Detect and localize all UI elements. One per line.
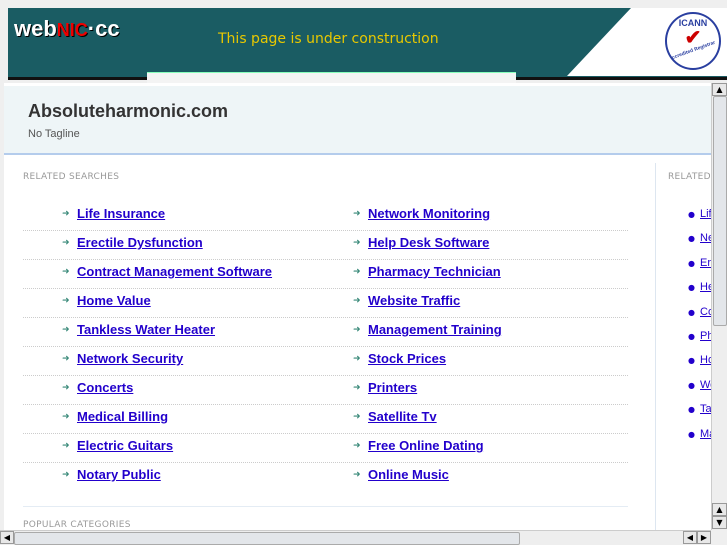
bullet-icon: ● bbox=[688, 356, 695, 366]
related-search-link[interactable]: Pharmacy Technician bbox=[368, 264, 501, 279]
related-search-link[interactable]: Life Insurance bbox=[77, 206, 165, 221]
parked-page-frame: Absoluteharmonic.com No Tagline RELATED … bbox=[4, 83, 711, 530]
site-header: Absoluteharmonic.com No Tagline bbox=[4, 86, 711, 155]
icann-logo: ICANN ✔ Accredited Registrar bbox=[665, 12, 721, 70]
related-search-link[interactable]: Electric Guitars bbox=[77, 438, 173, 453]
tab-strip bbox=[147, 72, 516, 83]
construction-message: This page is under construction bbox=[218, 31, 439, 47]
arrow-right-icon: ➜ bbox=[353, 325, 361, 335]
related-search-link[interactable]: Medical Billing bbox=[77, 409, 168, 424]
sidebar-link[interactable]: Ere bbox=[700, 257, 711, 269]
horizontal-scrollbar[interactable]: ◀ ◀ ▶ bbox=[0, 530, 711, 545]
arrow-right-icon: ➜ bbox=[62, 238, 70, 248]
related-search-link[interactable]: Contract Management Software bbox=[77, 264, 272, 279]
scroll-up-arrow-icon[interactable]: ▲ bbox=[712, 83, 727, 96]
arrow-right-icon: ➜ bbox=[62, 296, 70, 306]
sidebar-link[interactable]: Co bbox=[700, 306, 711, 318]
arrow-right-icon: ➜ bbox=[62, 441, 70, 451]
arrow-right-icon: ➜ bbox=[62, 354, 70, 364]
arrow-right-icon: ➜ bbox=[353, 383, 361, 393]
related-search-link[interactable]: Website Traffic bbox=[368, 293, 460, 308]
sidebar-link[interactable]: Life bbox=[700, 208, 711, 220]
table-row: ➜ Medical Billing ➜ Satellite Tv bbox=[23, 405, 628, 434]
related-search-link[interactable]: Free Online Dating bbox=[368, 438, 484, 453]
arrow-right-icon: ➜ bbox=[62, 383, 70, 393]
bullet-icon: ● bbox=[688, 380, 695, 390]
sidebar-link[interactable]: Pha bbox=[700, 330, 711, 342]
bullet-icon: ● bbox=[688, 307, 695, 317]
site-title: Absoluteharmonic.com bbox=[28, 101, 229, 121]
related-search-link[interactable]: Notary Public bbox=[77, 467, 161, 482]
scroll-up-arrow-icon[interactable]: ▲ bbox=[712, 503, 727, 516]
sidebar-link[interactable]: Ma bbox=[700, 428, 711, 440]
related-search-link[interactable]: Printers bbox=[368, 380, 417, 395]
related-search-link[interactable]: Network Monitoring bbox=[368, 206, 490, 221]
vertical-scroll-thumb[interactable] bbox=[713, 96, 727, 326]
scroll-down-arrow-icon[interactable]: ▼ bbox=[712, 516, 727, 529]
arrow-right-icon: ➜ bbox=[353, 470, 361, 480]
logo-web: web bbox=[14, 16, 57, 41]
column-divider bbox=[655, 163, 656, 530]
arrow-right-icon: ➜ bbox=[353, 441, 361, 451]
table-row: ➜ Notary Public ➜ Online Music bbox=[23, 463, 628, 492]
related-search-link[interactable]: Satellite Tv bbox=[368, 409, 437, 424]
arrow-right-icon: ➜ bbox=[353, 209, 361, 219]
related-search-link[interactable]: Help Desk Software bbox=[368, 235, 489, 250]
arrow-right-icon: ➜ bbox=[353, 354, 361, 364]
table-row: ➜ Erectile Dysfunction ➜ Help Desk Software bbox=[23, 231, 628, 260]
arrow-right-icon: ➜ bbox=[62, 267, 70, 277]
arrow-right-icon: ➜ bbox=[353, 267, 361, 277]
arrow-right-icon: ➜ bbox=[353, 296, 361, 306]
site-tagline: No Tagline bbox=[28, 128, 80, 140]
table-row: ➜ Network Security ➜ Stock Prices bbox=[23, 347, 628, 376]
bullet-icon: ● bbox=[688, 210, 695, 219]
scroll-left-arrow-icon[interactable]: ◀ bbox=[683, 531, 697, 544]
related-search-link[interactable]: Concerts bbox=[77, 380, 133, 395]
scroll-left-arrow-icon[interactable]: ◀ bbox=[0, 531, 14, 544]
popular-categories-heading: POPULAR CATEGORIES bbox=[23, 520, 131, 530]
related-search-link[interactable]: Stock Prices bbox=[368, 351, 446, 366]
related-searches-heading: RELATED SEARCHES bbox=[23, 172, 120, 182]
table-row: ➜ Concerts ➜ Printers bbox=[23, 376, 628, 405]
table-row: ➜ Life Insurance ➜ Network Monitoring bbox=[23, 202, 628, 231]
vertical-scrollbar[interactable]: ▲ ▲ ▼ bbox=[711, 83, 727, 530]
related-search-link[interactable]: Home Value bbox=[77, 293, 151, 308]
table-row: ➜ Electric Guitars ➜ Free Online Dating bbox=[23, 434, 628, 463]
logo-cc: ·cc bbox=[87, 16, 120, 41]
arrow-right-icon: ➜ bbox=[62, 209, 70, 219]
sidebar-link[interactable]: He bbox=[700, 281, 711, 293]
related-search-link[interactable]: Network Security bbox=[77, 351, 183, 366]
webnic-banner: webNIC·cc This page is under constructio… bbox=[8, 8, 727, 80]
sidebar-link[interactable]: Ho bbox=[700, 354, 711, 366]
related-search-link[interactable]: Online Music bbox=[368, 467, 449, 482]
icann-badge[interactable]: ICANN ✔ Accredited Registrar bbox=[567, 8, 727, 76]
related-search-link[interactable]: Tankless Water Heater bbox=[77, 322, 215, 337]
table-row: ➜ Tankless Water Heater ➜ Management Traini… bbox=[23, 318, 628, 347]
scroll-right-arrow-icon[interactable]: ▶ bbox=[697, 531, 711, 544]
arrow-right-icon: ➜ bbox=[62, 412, 70, 422]
sidebar-link[interactable]: We bbox=[700, 379, 711, 391]
table-row: ➜ Contract Management Software ➜ Pharmacy T… bbox=[23, 260, 628, 289]
webnic-logo[interactable]: webNIC·cc bbox=[14, 16, 120, 42]
arrow-right-icon: ➜ bbox=[353, 238, 361, 248]
arrow-right-icon: ➜ bbox=[353, 412, 361, 422]
sidebar-link[interactable]: Ta bbox=[700, 403, 711, 415]
related-search-link[interactable]: Erectile Dysfunction bbox=[77, 235, 203, 250]
arrow-right-icon: ➜ bbox=[62, 470, 70, 480]
table-row: ➜ Home Value ➜ Website Traffic bbox=[23, 289, 628, 318]
logo-nic: NIC bbox=[56, 20, 88, 40]
arrow-right-icon: ➜ bbox=[62, 325, 70, 335]
bullet-icon: ● bbox=[688, 429, 695, 439]
bullet-icon: ● bbox=[688, 283, 695, 293]
horizontal-scroll-thumb[interactable] bbox=[14, 532, 520, 545]
bullet-icon: ● bbox=[688, 332, 695, 341]
sidebar-link[interactable]: Ne bbox=[700, 232, 711, 244]
bullet-icon: ● bbox=[688, 234, 695, 244]
sidebar-heading: RELATED bbox=[668, 172, 711, 182]
bullet-icon: ● bbox=[688, 258, 695, 268]
divider bbox=[23, 506, 628, 507]
related-search-link[interactable]: Management Training bbox=[368, 322, 502, 337]
bullet-icon: ● bbox=[688, 405, 695, 415]
